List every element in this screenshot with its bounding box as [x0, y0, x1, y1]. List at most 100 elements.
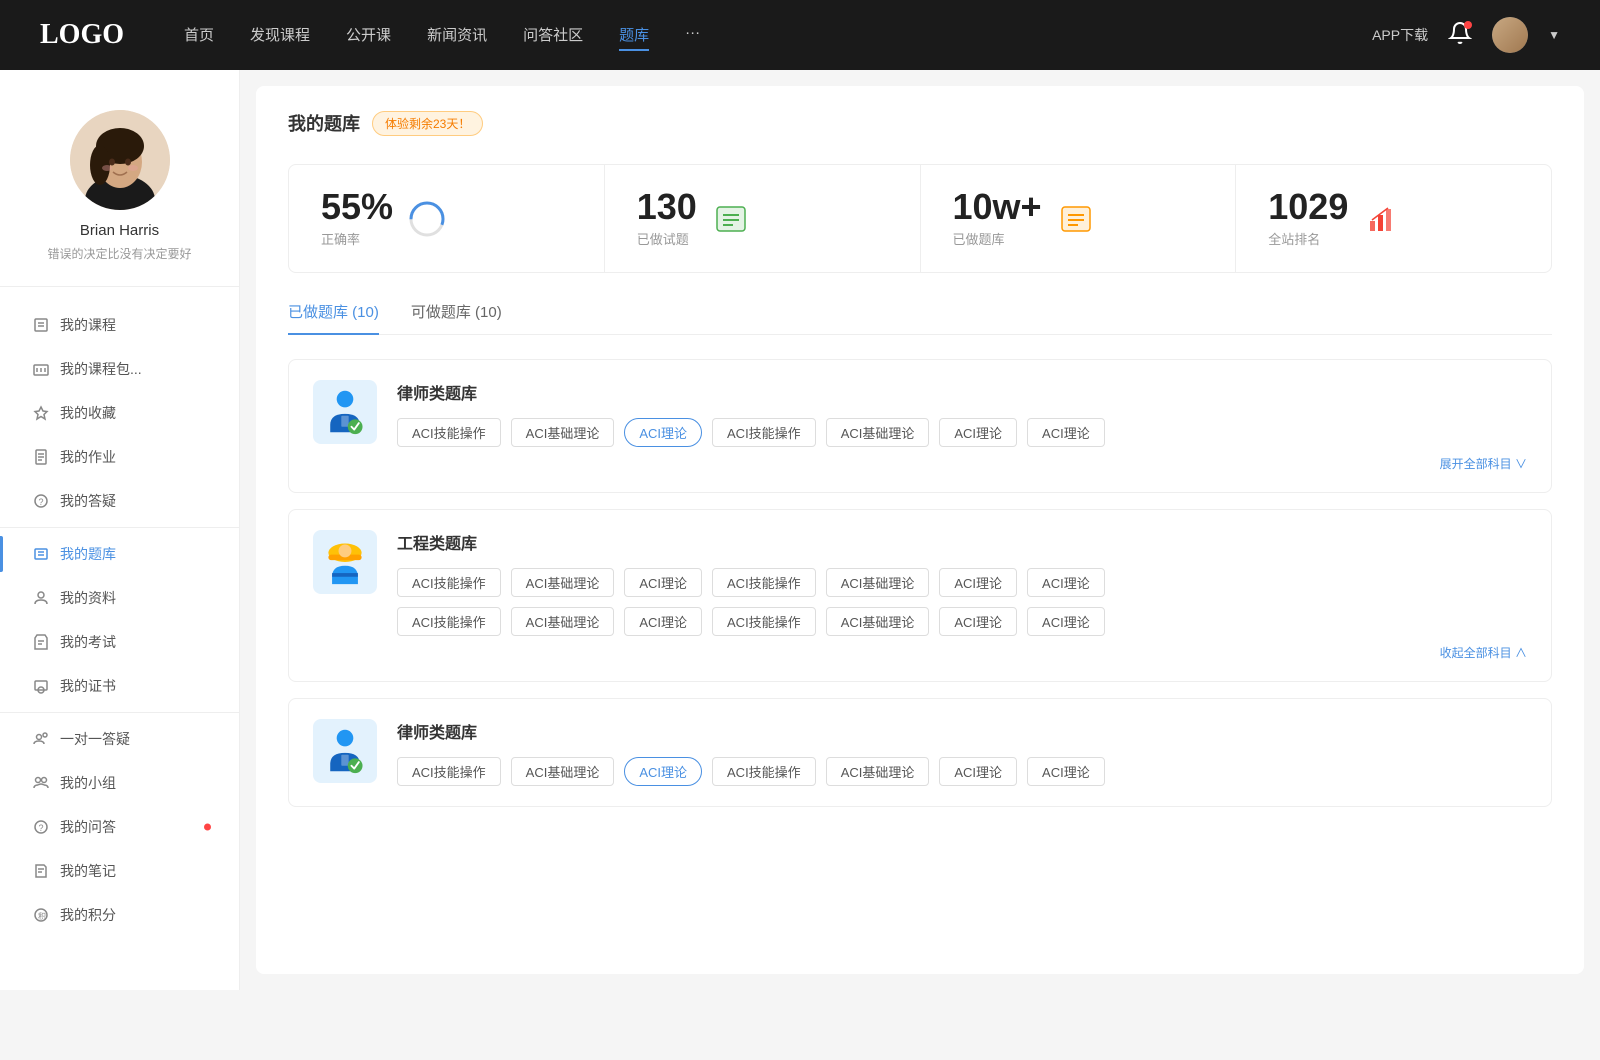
user-dropdown-arrow[interactable]: ▼	[1548, 28, 1560, 42]
bank-tag[interactable]: ACI基础理论	[511, 607, 615, 636]
tab-todo[interactable]: 可做题库 (10)	[411, 301, 502, 334]
bank-card-engineer-tags-row2: ACI技能操作 ACI基础理论 ACI理论 ACI技能操作 ACI基础理论 AC…	[397, 607, 1527, 636]
sidebar-item-mynotes-label: 我的笔记	[60, 861, 116, 881]
bank-tag-active[interactable]: ACI理论	[624, 757, 702, 786]
stat-accuracy-label: 正确率	[321, 229, 393, 248]
bank-tag[interactable]: ACI基础理论	[511, 568, 615, 597]
bank-tag[interactable]: ACI技能操作	[397, 418, 501, 447]
stat-done-questions-label: 已做试题	[637, 229, 697, 248]
stat-done-questions-content: 130 已做试题	[637, 189, 697, 248]
stat-ranking-content: 1029 全站排名	[1268, 189, 1348, 248]
sidebar-item-myquestion[interactable]: ? 我的问答	[0, 805, 239, 849]
bank-tag[interactable]: ACI基础理论	[826, 757, 930, 786]
bank-card-lawyer-1: 律师类题库 ACI技能操作 ACI基础理论 ACI理论 ACI技能操作 ACI基…	[288, 359, 1552, 493]
sidebar-item-myhomework[interactable]: 我的作业	[0, 435, 239, 479]
bank-tag[interactable]: ACI理论	[939, 418, 1017, 447]
sidebar-item-myqa[interactable]: ? 我的答疑	[0, 479, 239, 523]
bank-tag[interactable]: ACI技能操作	[712, 607, 816, 636]
nav-discover[interactable]: 发现课程	[250, 20, 310, 51]
main-layout: Brian Harris 错误的决定比没有决定要好 我的课程	[0, 70, 1600, 990]
bank-tag[interactable]: ACI基础理论	[826, 418, 930, 447]
sidebar-profile: Brian Harris 错误的决定比没有决定要好	[0, 94, 239, 287]
bank-tag[interactable]: ACI理论	[624, 568, 702, 597]
bank-tag[interactable]: ACI理论	[1027, 607, 1105, 636]
sidebar-item-mycollection-label: 我的收藏	[60, 403, 116, 423]
stats-row: 55% 正确率 130 已做试题	[288, 164, 1552, 273]
sidebar-item-myhomework-label: 我的作业	[60, 447, 116, 467]
bank-tag-active[interactable]: ACI理论	[624, 418, 702, 447]
sidebar-item-mycert[interactable]: 我的证书	[0, 664, 239, 708]
sidebar-item-mypackage-label: 我的课程包...	[60, 359, 142, 379]
sidebar-menu: 我的课程 我的课程包...	[0, 287, 239, 953]
content-inner: 我的题库 体验剩余23天！ 55% 正确率	[256, 86, 1584, 974]
nav-news[interactable]: 新闻资讯	[427, 20, 487, 51]
nav-home[interactable]: 首页	[184, 20, 214, 51]
sidebar-item-mygroup[interactable]: 我的小组	[0, 761, 239, 805]
sidebar-item-mycourse[interactable]: 我的课程	[0, 303, 239, 347]
tab-done[interactable]: 已做题库 (10)	[288, 301, 379, 334]
bank-tag[interactable]: ACI基础理论	[826, 607, 930, 636]
sidebar-item-onetoone[interactable]: 一对一答疑	[0, 717, 239, 761]
sidebar-motto: 错误的决定比没有决定要好	[20, 245, 219, 262]
mypackage-icon	[32, 360, 50, 378]
sidebar-item-myprofile[interactable]: 我的资料	[0, 576, 239, 620]
sidebar-username: Brian Harris	[20, 222, 219, 239]
sidebar-item-mypackage[interactable]: 我的课程包...	[0, 347, 239, 391]
bank-tag[interactable]: ACI理论	[1027, 757, 1105, 786]
nav-questionbank[interactable]: 题库	[619, 20, 649, 51]
nav-more[interactable]: ···	[685, 20, 700, 51]
bank-tag[interactable]: ACI技能操作	[397, 757, 501, 786]
sidebar-item-myqa-label: 我的答疑	[60, 491, 116, 511]
sidebar-item-myexam[interactable]: 我的考试	[0, 620, 239, 664]
bank-tag[interactable]: ACI理论	[1027, 568, 1105, 597]
bank-tag[interactable]: ACI理论	[939, 568, 1017, 597]
bank-tag[interactable]: ACI技能操作	[397, 607, 501, 636]
nav-open-course[interactable]: 公开课	[346, 20, 391, 51]
stat-ranking-icon	[1364, 201, 1400, 237]
bank-tag[interactable]: ACI理论	[939, 607, 1017, 636]
stat-questions-icon	[713, 201, 749, 237]
bank-card-lawyer-2: 律师类题库 ACI技能操作 ACI基础理论 ACI理论 ACI技能操作 ACI基…	[288, 698, 1552, 807]
bank-tag[interactable]: ACI技能操作	[397, 568, 501, 597]
stat-done-banks-value: 10w+	[953, 189, 1042, 225]
bank-expand-button-1[interactable]: 展开全部科目 ∨	[397, 455, 1527, 472]
stat-done-banks-content: 10w+ 已做题库	[953, 189, 1042, 248]
myqa-icon: ?	[32, 492, 50, 510]
bank-tag[interactable]: ACI基础理论	[826, 568, 930, 597]
bank-collapse-button[interactable]: 收起全部科目 ∧	[397, 644, 1527, 661]
stat-done-questions-value: 130	[637, 189, 697, 225]
stat-done-banks: 10w+ 已做题库	[921, 165, 1237, 272]
bank-tag[interactable]: ACI理论	[624, 607, 702, 636]
stat-accuracy-icon	[409, 201, 445, 237]
sidebar-item-mypoints[interactable]: 积 我的积分	[0, 893, 239, 937]
sidebar-item-mycollection[interactable]: 我的收藏	[0, 391, 239, 435]
bank-tag[interactable]: ACI理论	[939, 757, 1017, 786]
bank-tag[interactable]: ACI基础理论	[511, 757, 615, 786]
sidebar-item-mynotes[interactable]: 我的笔记	[0, 849, 239, 893]
bank-card-lawyer-1-content: 律师类题库 ACI技能操作 ACI基础理论 ACI理论 ACI技能操作 ACI基…	[397, 380, 1527, 472]
bank-tag[interactable]: ACI技能操作	[712, 568, 816, 597]
notification-bell[interactable]	[1448, 21, 1472, 50]
nav-qa[interactable]: 问答社区	[523, 20, 583, 51]
mycert-icon	[32, 677, 50, 695]
bank-tag[interactable]: ACI理论	[1027, 418, 1105, 447]
sidebar-item-onetoone-label: 一对一答疑	[60, 729, 130, 749]
lawyer-bank-icon-2	[313, 719, 377, 783]
onetoone-icon	[32, 730, 50, 748]
stat-ranking-label: 全站排名	[1268, 229, 1348, 248]
stat-done-banks-label: 已做题库	[953, 229, 1042, 248]
sidebar-item-mybank[interactable]: 我的题库	[0, 532, 239, 576]
logo: LOGO	[40, 19, 124, 51]
sidebar-item-mygroup-label: 我的小组	[60, 773, 116, 793]
user-avatar[interactable]	[1492, 17, 1528, 53]
bank-tag[interactable]: ACI基础理论	[511, 418, 615, 447]
app-download-button[interactable]: APP下载	[1372, 25, 1428, 45]
bank-tag[interactable]: ACI技能操作	[712, 418, 816, 447]
sidebar-item-mycert-label: 我的证书	[60, 676, 116, 696]
bank-card-lawyer-2-name: 律师类题库	[397, 719, 1527, 743]
trial-badge: 体验剩余23天！	[372, 111, 483, 136]
bank-tag[interactable]: ACI技能操作	[712, 757, 816, 786]
mygroup-icon	[32, 774, 50, 792]
bank-card-engineer-name: 工程类题库	[397, 530, 1527, 554]
main-nav: 首页 发现课程 公开课 新闻资讯 问答社区 题库 ···	[184, 20, 1372, 51]
